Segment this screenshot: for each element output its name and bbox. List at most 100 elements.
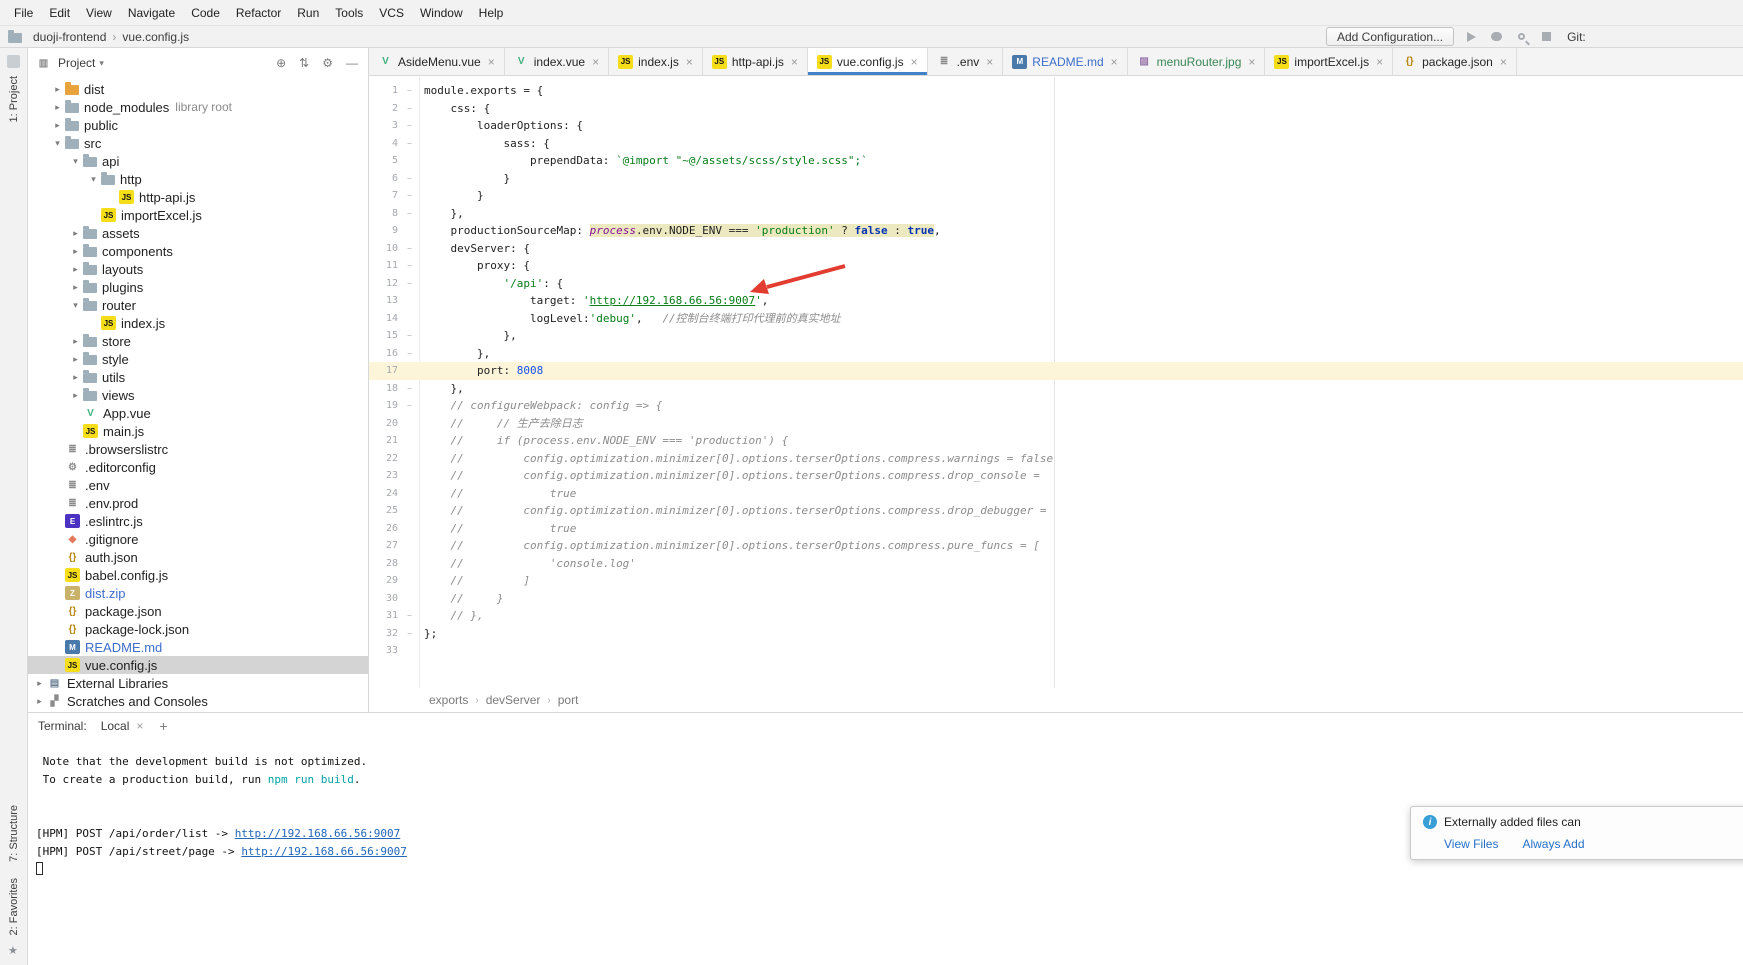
run-icon[interactable] xyxy=(1463,29,1479,45)
tree-item-app.vue[interactable]: VApp.vue xyxy=(28,404,368,422)
tree-item-package-lock.json[interactable]: {}package-lock.json xyxy=(28,620,368,638)
menu-item-file[interactable]: File xyxy=(6,2,41,24)
fold-marker-icon[interactable]: − xyxy=(403,135,416,153)
menu-item-vcs[interactable]: VCS xyxy=(371,2,412,24)
tree-item-src[interactable]: ▾src xyxy=(28,134,368,152)
chevron-right-icon[interactable]: ▸ xyxy=(68,336,83,347)
add-configuration-button[interactable]: Add Configuration... xyxy=(1326,27,1454,46)
tree-item-.editorconfig[interactable]: ⚙.editorconfig xyxy=(28,458,368,476)
code-line-27[interactable]: 27 // config.optimization.minimizer[0].o… xyxy=(369,537,1743,555)
menu-item-refactor[interactable]: Refactor xyxy=(228,2,289,24)
fold-marker-icon[interactable]: − xyxy=(403,345,416,363)
tree-item-components[interactable]: ▸components xyxy=(28,242,368,260)
locate-icon[interactable]: ⊕ xyxy=(276,56,286,70)
tool-button-2-favorites[interactable]: 2: Favorites xyxy=(8,878,20,935)
tree-item-importexcel.js[interactable]: JSimportExcel.js xyxy=(28,206,368,224)
tree-item-node_modules[interactable]: ▸node_moduleslibrary root xyxy=(28,98,368,116)
debug-icon[interactable] xyxy=(1488,29,1504,45)
menu-item-view[interactable]: View xyxy=(78,2,120,24)
chevron-right-icon[interactable]: ▸ xyxy=(68,372,83,383)
chevron-right-icon[interactable]: ▸ xyxy=(50,84,65,95)
chevron-right-icon[interactable]: ▸ xyxy=(68,264,83,275)
tool-button-7-structure[interactable]: 7: Structure xyxy=(8,805,20,862)
code-line-17[interactable]: 17 port: 8008 xyxy=(369,362,1743,380)
tree-item-.env[interactable]: ≣.env xyxy=(28,476,368,494)
close-icon[interactable]: × xyxy=(686,56,693,68)
tab-readme.md[interactable]: MREADME.md× xyxy=(1003,48,1127,75)
code-line-5[interactable]: 5 prependData: `@import "~@/assets/scss/… xyxy=(369,152,1743,170)
tab-vue.config.js[interactable]: JSvue.config.js× xyxy=(808,48,928,75)
fold-marker-icon[interactable]: − xyxy=(403,380,416,398)
chevron-right-icon[interactable]: ▸ xyxy=(68,246,83,257)
terminal-tab-local[interactable]: Local × xyxy=(95,716,150,736)
tool-window-icon[interactable] xyxy=(7,55,20,68)
tree-item-assets[interactable]: ▸assets xyxy=(28,224,368,242)
code-line-12[interactable]: 12− '/api': { xyxy=(369,275,1743,293)
code-line-30[interactable]: 30 // } xyxy=(369,590,1743,608)
code-line-16[interactable]: 16− }, xyxy=(369,345,1743,363)
close-icon[interactable]: × xyxy=(1376,56,1383,68)
fold-marker-icon[interactable]: − xyxy=(403,187,416,205)
tree-item-package.json[interactable]: {}package.json xyxy=(28,602,368,620)
code-line-7[interactable]: 7− } xyxy=(369,187,1743,205)
breadcrumb-file[interactable]: vue.config.js xyxy=(122,30,189,44)
code-line-18[interactable]: 18− }, xyxy=(369,380,1743,398)
menu-item-window[interactable]: Window xyxy=(412,2,471,24)
tree-item-.env.prod[interactable]: ≣.env.prod xyxy=(28,494,368,512)
close-icon[interactable]: × xyxy=(986,56,993,68)
code-line-14[interactable]: 14 logLevel:'debug', //控制台终端打印代理前的真实地址 xyxy=(369,310,1743,328)
fold-marker-icon[interactable]: − xyxy=(403,327,416,345)
settings-gear-icon[interactable]: ⚙ xyxy=(322,56,333,70)
tree-item-utils[interactable]: ▸utils xyxy=(28,368,368,386)
menu-item-navigate[interactable]: Navigate xyxy=(120,2,183,24)
close-icon[interactable]: × xyxy=(1500,56,1507,68)
collapse-all-icon[interactable]: ⇅ xyxy=(299,56,309,70)
notification-action-view-files[interactable]: View Files xyxy=(1444,837,1498,851)
code-line-19[interactable]: 19− // configureWebpack: config => { xyxy=(369,397,1743,415)
tree-item-router[interactable]: ▾router xyxy=(28,296,368,314)
tree-item-layouts[interactable]: ▸layouts xyxy=(28,260,368,278)
tree-item-.browserslistrc[interactable]: ≣.browserslistrc xyxy=(28,440,368,458)
tab-package.json[interactable]: {}package.json× xyxy=(1393,48,1517,75)
fold-marker-icon[interactable]: − xyxy=(403,397,416,415)
code-line-4[interactable]: 4− sass: { xyxy=(369,135,1743,153)
menu-item-run[interactable]: Run xyxy=(289,2,327,24)
chevron-right-icon[interactable]: ▸ xyxy=(68,282,83,293)
tree-item-dist.zip[interactable]: Zdist.zip xyxy=(28,584,368,602)
hide-panel-icon[interactable]: — xyxy=(346,56,358,70)
tree-item-views[interactable]: ▸views xyxy=(28,386,368,404)
code-line-25[interactable]: 25 // config.optimization.minimizer[0].o… xyxy=(369,502,1743,520)
chevron-down-icon[interactable]: ▾ xyxy=(68,300,83,311)
code-line-24[interactable]: 24 // true xyxy=(369,485,1743,503)
tree-item-vue.config.js[interactable]: JSvue.config.js xyxy=(28,656,368,674)
close-icon[interactable]: × xyxy=(1111,56,1118,68)
menu-item-edit[interactable]: Edit xyxy=(41,2,78,24)
code-line-22[interactable]: 22 // config.optimization.minimizer[0].o… xyxy=(369,450,1743,468)
panel-title[interactable]: Project xyxy=(58,56,95,70)
tree-item-store[interactable]: ▸store xyxy=(28,332,368,350)
fold-marker-icon[interactable]: − xyxy=(403,625,416,643)
tab-menurouter.jpg[interactable]: ▨menuRouter.jpg× xyxy=(1128,48,1266,75)
code-line-15[interactable]: 15− }, xyxy=(369,327,1743,345)
tree-item-readme.md[interactable]: MREADME.md xyxy=(28,638,368,656)
favorites-star-icon[interactable]: ★ xyxy=(8,944,18,957)
chevron-down-icon[interactable]: ▾ xyxy=(99,58,104,69)
tab-asidemenu.vue[interactable]: VAsideMenu.vue× xyxy=(369,48,505,75)
tree-item-external-libraries[interactable]: ▸▤External Libraries xyxy=(28,674,368,692)
tree-item-plugins[interactable]: ▸plugins xyxy=(28,278,368,296)
breadcrumb-devserver[interactable]: devServer xyxy=(486,693,541,707)
tree-item-dist[interactable]: ▸dist xyxy=(28,80,368,98)
tree-item-http-api.js[interactable]: JShttp-api.js xyxy=(28,188,368,206)
close-icon[interactable]: × xyxy=(911,56,918,68)
code-line-33[interactable]: 33 xyxy=(369,642,1743,660)
fold-marker-icon[interactable]: − xyxy=(403,170,416,188)
breadcrumb-port[interactable]: port xyxy=(558,693,579,707)
code-line-29[interactable]: 29 // ] xyxy=(369,572,1743,590)
code-line-23[interactable]: 23 // config.optimization.minimizer[0].o… xyxy=(369,467,1743,485)
tree-item-main.js[interactable]: JSmain.js xyxy=(28,422,368,440)
fold-marker-icon[interactable]: − xyxy=(403,82,416,100)
code-line-8[interactable]: 8− }, xyxy=(369,205,1743,223)
fold-marker-icon[interactable]: − xyxy=(403,607,416,625)
notification-action-always-add[interactable]: Always Add xyxy=(1522,837,1584,851)
code-line-3[interactable]: 3− loaderOptions: { xyxy=(369,117,1743,135)
